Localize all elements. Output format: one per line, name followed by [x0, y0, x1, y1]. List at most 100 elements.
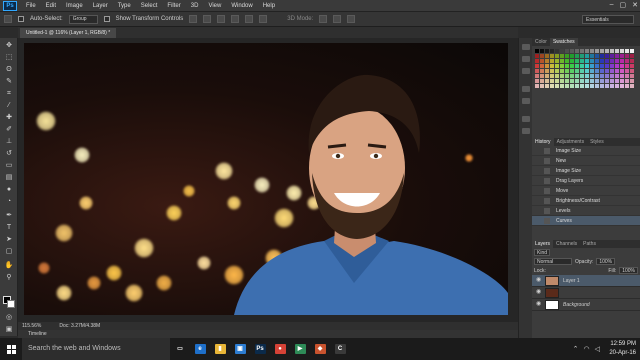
pen-tool-icon[interactable]: ✒	[4, 212, 14, 220]
color-swatch[interactable]	[580, 49, 584, 53]
color-swatch[interactable]	[540, 49, 544, 53]
3d-pan-icon[interactable]	[347, 15, 356, 23]
color-swatch[interactable]	[560, 54, 564, 58]
fill-input[interactable]: 100%	[619, 267, 638, 274]
color-swatch[interactable]	[630, 64, 634, 68]
color-swatch[interactable]	[560, 49, 564, 53]
quick-mask-icon[interactable]: ◎	[4, 314, 14, 322]
network-icon[interactable]: ◠	[584, 345, 590, 353]
brush-tool-icon[interactable]: ✐	[4, 126, 14, 134]
healing-brush-tool-icon[interactable]: ✚	[4, 114, 14, 122]
color-swatch[interactable]	[610, 59, 614, 63]
layer-row[interactable]: ◉	[532, 287, 640, 299]
color-swatch[interactable]	[575, 59, 579, 63]
color-swatch[interactable]	[610, 54, 614, 58]
menu-edit[interactable]: Edit	[41, 3, 61, 9]
document-tab[interactable]: Untitled-1 @ 116% (Layer 1, RGB/8) *	[20, 28, 117, 38]
color-swatch[interactable]	[550, 54, 554, 58]
color-swatch[interactable]	[550, 79, 554, 83]
color-swatch[interactable]	[540, 69, 544, 73]
color-swatch[interactable]	[625, 54, 629, 58]
color-swatch[interactable]	[595, 64, 599, 68]
color-swatch[interactable]	[565, 69, 569, 73]
camtasia-icon[interactable]: C	[330, 338, 350, 360]
blend-mode-dropdown[interactable]: Normal	[534, 258, 572, 265]
color-swatch[interactable]	[595, 79, 599, 83]
color-swatch[interactable]	[630, 59, 634, 63]
color-swatch[interactable]	[610, 69, 614, 73]
crop-tool-icon[interactable]: ⌗	[4, 90, 14, 98]
color-swatch[interactable]	[560, 59, 564, 63]
color-swatch[interactable]	[625, 69, 629, 73]
color-swatch[interactable]	[600, 54, 604, 58]
3d-rotate-icon[interactable]	[319, 15, 328, 23]
align-left-icon[interactable]	[231, 15, 240, 23]
menu-layer[interactable]: Layer	[88, 3, 113, 9]
eyedropper-tool-icon[interactable]: ⁄	[4, 102, 14, 110]
move-tool-icon[interactable]: ✥	[4, 42, 14, 50]
color-swatch[interactable]	[575, 84, 579, 88]
tab-swatches[interactable]: Swatches	[549, 38, 578, 46]
color-swatch[interactable]	[590, 84, 594, 88]
color-swatch[interactable]	[620, 54, 624, 58]
color-swatch[interactable]	[550, 84, 554, 88]
color-swatch[interactable]	[555, 54, 559, 58]
color-swatch[interactable]	[625, 59, 629, 63]
color-swatch[interactable]	[585, 74, 589, 78]
color-swatch[interactable]	[535, 49, 539, 53]
color-swatch[interactable]	[545, 69, 549, 73]
color-swatch[interactable]	[625, 74, 629, 78]
color-swatch[interactable]	[565, 84, 569, 88]
color-swatch[interactable]	[535, 59, 539, 63]
color-swatch[interactable]	[620, 59, 624, 63]
color-swatch[interactable]	[545, 54, 549, 58]
color-swatch[interactable]	[590, 69, 594, 73]
color-swatch[interactable]	[560, 69, 564, 73]
hand-tool-icon[interactable]: ✋	[4, 262, 14, 270]
color-swatch[interactable]	[620, 49, 624, 53]
color-swatch[interactable]	[575, 49, 579, 53]
color-swatch[interactable]	[585, 59, 589, 63]
color-swatch[interactable]	[565, 64, 569, 68]
document-canvas-image[interactable]	[24, 43, 508, 315]
shape-tool-icon[interactable]: ▢	[4, 248, 14, 256]
color-swatch[interactable]	[570, 49, 574, 53]
color-swatch[interactable]	[620, 69, 624, 73]
auto-select-checkbox[interactable]	[18, 16, 24, 22]
color-swatch[interactable]	[535, 79, 539, 83]
color-swatch[interactable]	[610, 64, 614, 68]
color-swatch[interactable]	[630, 74, 634, 78]
type-tool-icon[interactable]: T	[4, 224, 14, 232]
eraser-tool-icon[interactable]: ▭	[4, 162, 14, 170]
color-swatch[interactable]	[605, 84, 609, 88]
color-swatch[interactable]	[600, 59, 604, 63]
align-center-icon[interactable]	[245, 15, 254, 23]
color-swatch[interactable]	[630, 69, 634, 73]
color-swatch[interactable]	[615, 49, 619, 53]
menu-type[interactable]: Type	[113, 3, 136, 9]
color-swatch[interactable]	[545, 84, 549, 88]
blur-tool-icon[interactable]: ●	[4, 186, 14, 194]
color-swatch[interactable]	[615, 64, 619, 68]
color-swatch[interactable]	[565, 79, 569, 83]
color-swatch[interactable]	[580, 59, 584, 63]
minimize-icon[interactable]: –	[610, 1, 614, 9]
color-swatch[interactable]	[620, 84, 624, 88]
color-swatch[interactable]	[605, 59, 609, 63]
color-swatch[interactable]	[595, 54, 599, 58]
color-swatch[interactable]	[545, 79, 549, 83]
color-swatch[interactable]	[570, 84, 574, 88]
color-swatch[interactable]	[615, 59, 619, 63]
color-swatch[interactable]	[570, 74, 574, 78]
color-swatch[interactable]	[615, 79, 619, 83]
paragraph-panel-icon[interactable]	[522, 98, 530, 104]
color-swatch[interactable]	[575, 54, 579, 58]
color-swatch[interactable]	[585, 49, 589, 53]
history-item-selected[interactable]: Curves	[532, 216, 640, 226]
tab-styles[interactable]: Styles	[587, 138, 607, 146]
workspace-dropdown[interactable]: Essentials	[582, 15, 634, 24]
color-swatch[interactable]	[615, 74, 619, 78]
history-item[interactable]: Image Size	[532, 146, 640, 156]
color-swatch[interactable]	[600, 64, 604, 68]
color-swatch[interactable]	[610, 49, 614, 53]
